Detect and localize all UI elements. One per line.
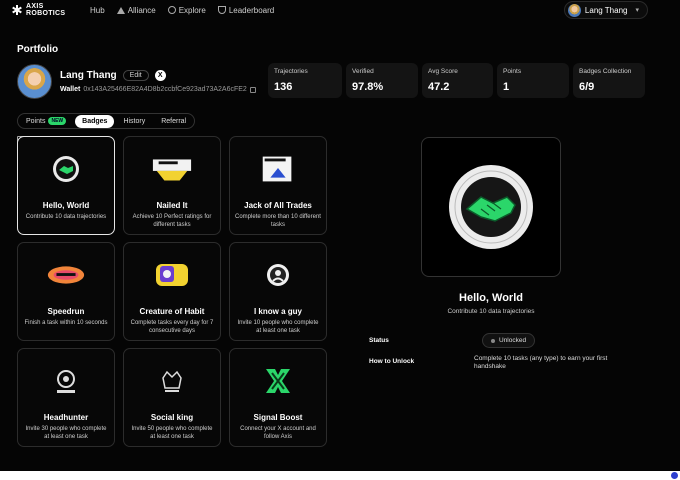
badge-desc: Connect your X account and follow Axis (240, 426, 316, 440)
handshake-badge-large-icon (449, 165, 533, 249)
stats-row: Trajectories 136 Verified 97.8% Avg Scor… (268, 63, 645, 98)
badge-desc: Invite 50 people who complete at least o… (131, 426, 213, 440)
badge-title: Jack of All Trades (244, 201, 312, 210)
stat-points: Points 1 (497, 63, 569, 98)
profile-header: Lang Thang Edit X Wallet 0x143A25466E82A… (17, 64, 256, 99)
main-nav: Hub Alliance Explore Leaderboard (17, 5, 275, 144)
avatar (567, 3, 581, 17)
badge-card-social-king[interactable]: Social king Invite 50 people who complet… (123, 348, 221, 447)
profile-name: Lang Thang (60, 70, 117, 81)
badge-desc: Contribute 10 data trajectories (25, 214, 107, 220)
nav-item-hub[interactable]: Hub (17, 5, 105, 144)
badge-card-speedrun[interactable]: Speedrun Finish a task within 10 seconds (17, 242, 115, 341)
stat-trajectories: Trajectories 136 (268, 63, 342, 98)
portfolio-tabs: Points NEW Badges History Referral (17, 113, 196, 129)
triangle-icon (116, 6, 125, 14)
badge-desc: Finish a task within 10 seconds (24, 320, 108, 326)
header-user-name: Lang Thang (584, 5, 628, 15)
detail-title: Hello, World (459, 292, 523, 304)
nav-item-explore[interactable]: Explore (167, 5, 206, 15)
badge-desc: Complete more than 10 different tasks (235, 214, 321, 228)
tab-points[interactable]: Points NEW (19, 114, 73, 128)
badge-title: Creature of Habit (139, 307, 205, 316)
status-value: Unlocked (499, 337, 527, 344)
jack-of-all-trades-badge-icon (257, 149, 299, 189)
stat-badges-collection: Badges Collection 6/9 (573, 63, 645, 98)
chevron-down-icon: ▾ (635, 7, 639, 14)
stat-verified: Verified 97.8% (346, 63, 418, 98)
brand-line1: AXIS (26, 3, 44, 10)
badge-detail-image (421, 137, 561, 277)
badge-title: I know a guy (253, 307, 302, 316)
badge-card-hello-world[interactable]: Hello, World Contribute 10 data trajecto… (17, 136, 115, 235)
creature-of-habit-badge-icon (151, 255, 193, 295)
badge-card-creature-of-habit[interactable]: Creature of Habit Complete tasks every d… (123, 242, 221, 341)
badge-card-headhunter[interactable]: Headhunter Invite 30 people who complete… (17, 348, 115, 447)
new-badge: NEW (48, 117, 67, 125)
nav-label: Hub (90, 5, 105, 15)
speedrun-badge-icon (45, 255, 87, 295)
badge-title: Headhunter (43, 413, 89, 422)
badge-title: Speedrun (47, 307, 85, 316)
how-to-unlock-text: Complete 10 tasks (any type) to earn you… (474, 355, 608, 370)
handshake-badge-icon (45, 149, 87, 189)
badge-card-nailed-it[interactable]: Nailed It Achieve 10 Perfect ratings for… (123, 136, 221, 235)
nav-label: Leaderboard (228, 5, 275, 15)
badge-title: Social king (150, 413, 194, 422)
x-link-button[interactable]: X (154, 70, 166, 81)
page-title: Portfolio (17, 44, 59, 55)
edit-profile-button[interactable]: Edit (122, 70, 149, 81)
badge-desc: Achieve 10 Perfect ratings for different… (132, 214, 212, 228)
corner-logo-icon (671, 472, 678, 479)
badge-title: Nailed It (156, 201, 188, 210)
top-bar: AXIS ROBOTICS Hub Alliance Explore Leade… (0, 0, 680, 144)
detail-desc: Contribute 10 data trajectories (447, 308, 535, 315)
badge-card-i-know-a-guy[interactable]: I know a guy Invite 10 people who comple… (229, 242, 327, 341)
stat-avg-score: Avg Score 47.2 (422, 63, 493, 98)
nailed-it-badge-icon (151, 149, 193, 189)
wallet-address: 0x143A25466E82A4D8b2ccbfCe923ad73A2A6cFE… (83, 86, 247, 93)
badge-title: Signal Boost (253, 413, 303, 422)
brand-line2: ROBOTICS (26, 10, 66, 17)
tab-referral[interactable]: Referral (154, 115, 193, 128)
wallet-row: Wallet 0x143A25466E82A4D8b2ccbfCe923ad73… (60, 86, 256, 93)
badge-grid: Hello, World Contribute 10 data trajecto… (17, 136, 327, 447)
badge-desc: Invite 30 people who complete at least o… (25, 426, 107, 440)
badge-card-jack-of-all-trades[interactable]: Jack of All Trades Complete more than 10… (229, 136, 327, 235)
nav-item-leaderboard[interactable]: Leaderboard (217, 5, 275, 15)
badge-desc: Invite 10 people who complete at least o… (237, 320, 319, 334)
status-dot-icon (491, 338, 495, 343)
tab-badges[interactable]: Badges (75, 114, 115, 128)
badge-card-signal-boost[interactable]: Signal Boost Connect your X account and … (229, 348, 327, 447)
nav-item-alliance[interactable]: Alliance (116, 5, 156, 15)
social-king-badge-icon (151, 361, 193, 401)
nav-label: Alliance (127, 5, 156, 15)
user-menu-button[interactable]: Lang Thang ▾ (563, 1, 648, 19)
axis-logo-icon (12, 5, 22, 15)
tab-history[interactable]: History (116, 115, 152, 128)
trophy-icon (217, 6, 226, 14)
badge-title: Hello, World (42, 201, 90, 210)
status-badge: Unlocked (482, 333, 536, 348)
wallet-label: Wallet (60, 86, 81, 93)
copy-icon[interactable] (249, 86, 256, 93)
badge-desc: Complete tasks every day for 7 consecuti… (130, 320, 214, 334)
headhunter-badge-icon (45, 361, 87, 401)
bottom-strip (0, 471, 680, 480)
status-label: Status (369, 337, 389, 344)
signal-boost-badge-icon (257, 361, 299, 401)
how-to-unlock-label: How to Unlock (369, 358, 415, 365)
profile-avatar (17, 64, 52, 99)
nav-label: Explore (178, 5, 206, 15)
compass-icon (167, 6, 176, 14)
i-know-a-guy-badge-icon (257, 255, 299, 295)
brand-logo[interactable]: AXIS ROBOTICS (12, 3, 90, 17)
